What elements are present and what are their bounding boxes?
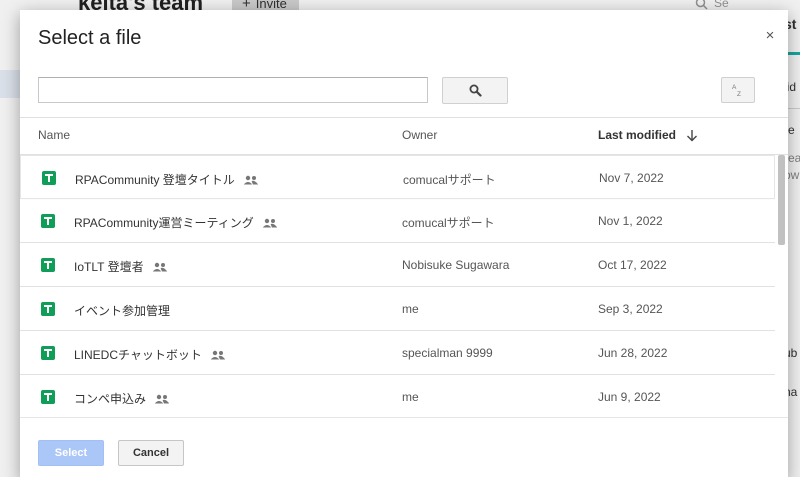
file-picker-dialog: Select a file × A Z Name Owner Last modi… [20, 10, 788, 477]
file-name-cell: LINEDCチャットボット [74, 346, 226, 363]
select-button[interactable]: Select [38, 440, 104, 466]
svg-text:A: A [732, 84, 737, 91]
divider [20, 117, 788, 118]
file-row[interactable]: IoTLT 登壇者 Nobisuke Sugawara Oct 17, 2022 [20, 243, 775, 287]
file-owner: me [402, 390, 419, 404]
people-icon [154, 394, 170, 403]
column-header-name[interactable]: Name [38, 128, 70, 142]
file-name-cell: イベント参加管理 [74, 302, 170, 319]
people-icon [152, 262, 167, 271]
file-name-cell: RPACommunity 登壇タイトル [75, 171, 259, 188]
people-icon [243, 175, 259, 184]
close-icon: × [765, 26, 775, 44]
google-sheets-icon [41, 346, 55, 360]
file-name: イベント参加管理 [74, 304, 171, 318]
file-name: IoTLT 登壇者 [74, 260, 144, 274]
search-icon [469, 84, 482, 97]
sort-az-icon: A Z [732, 84, 741, 97]
close-button[interactable]: × [763, 26, 777, 44]
file-row[interactable]: RPACommunity 登壇タイトル comucalサポート Nov 7, 2… [20, 155, 775, 199]
file-last-modified: Oct 17, 2022 [598, 258, 667, 272]
file-row[interactable]: LINEDCチャットボット specialman 9999 Jun 28, 20… [20, 331, 775, 375]
file-name: RPACommunity運営ミーティング [74, 216, 254, 230]
file-last-modified: Jun 28, 2022 [598, 346, 668, 360]
cancel-button[interactable]: Cancel [118, 440, 184, 466]
google-sheets-icon [41, 214, 55, 228]
scrollbar-thumb[interactable] [778, 155, 785, 245]
file-owner: comucalサポート [402, 216, 495, 230]
file-row[interactable]: イベント参加管理 me Sep 3, 2022 [20, 287, 775, 331]
search-input[interactable] [38, 77, 428, 103]
file-last-modified: Nov 7, 2022 [599, 171, 664, 185]
file-name-cell: IoTLT 登壇者 [74, 258, 168, 275]
google-sheets-icon [41, 258, 55, 272]
file-list: RPACommunity 登壇タイトル comucalサポート Nov 7, 2… [20, 155, 775, 417]
column-header-label: Last modified [598, 128, 677, 142]
dialog-title: Select a file [38, 27, 142, 49]
divider [20, 417, 788, 418]
google-sheets-icon [42, 171, 56, 185]
file-row[interactable]: コンペ申込み me Jun 9, 2022 [20, 375, 775, 417]
column-header-last-modified[interactable]: Last modified [598, 128, 698, 142]
file-name: RPACommunity 登壇タイトル [75, 173, 235, 187]
column-header-owner[interactable]: Owner [402, 128, 437, 142]
file-name-cell: RPACommunity運営ミーティング [74, 214, 278, 231]
file-last-modified: Nov 1, 2022 [598, 214, 663, 228]
svg-text:Z: Z [737, 91, 741, 97]
file-owner: specialman 9999 [402, 346, 493, 360]
file-last-modified: Sep 3, 2022 [598, 302, 663, 316]
file-name-cell: コンペ申込み [74, 390, 170, 407]
file-owner: comucalサポート [403, 173, 496, 187]
file-row[interactable]: RPACommunity運営ミーティング comucalサポート Nov 1, … [20, 199, 775, 243]
file-owner: me [402, 302, 419, 316]
people-icon [262, 218, 277, 227]
file-last-modified: Jun 9, 2022 [598, 390, 661, 404]
people-icon [210, 350, 226, 359]
google-sheets-icon [41, 302, 55, 316]
file-name: コンペ申込み [74, 392, 147, 406]
sort-az-button[interactable]: A Z [721, 77, 755, 103]
file-name: LINEDCチャットボット [74, 348, 202, 362]
search-button[interactable] [442, 77, 508, 104]
google-sheets-icon [41, 390, 55, 404]
file-owner: Nobisuke Sugawara [402, 258, 510, 272]
arrow-down-icon [687, 129, 698, 141]
